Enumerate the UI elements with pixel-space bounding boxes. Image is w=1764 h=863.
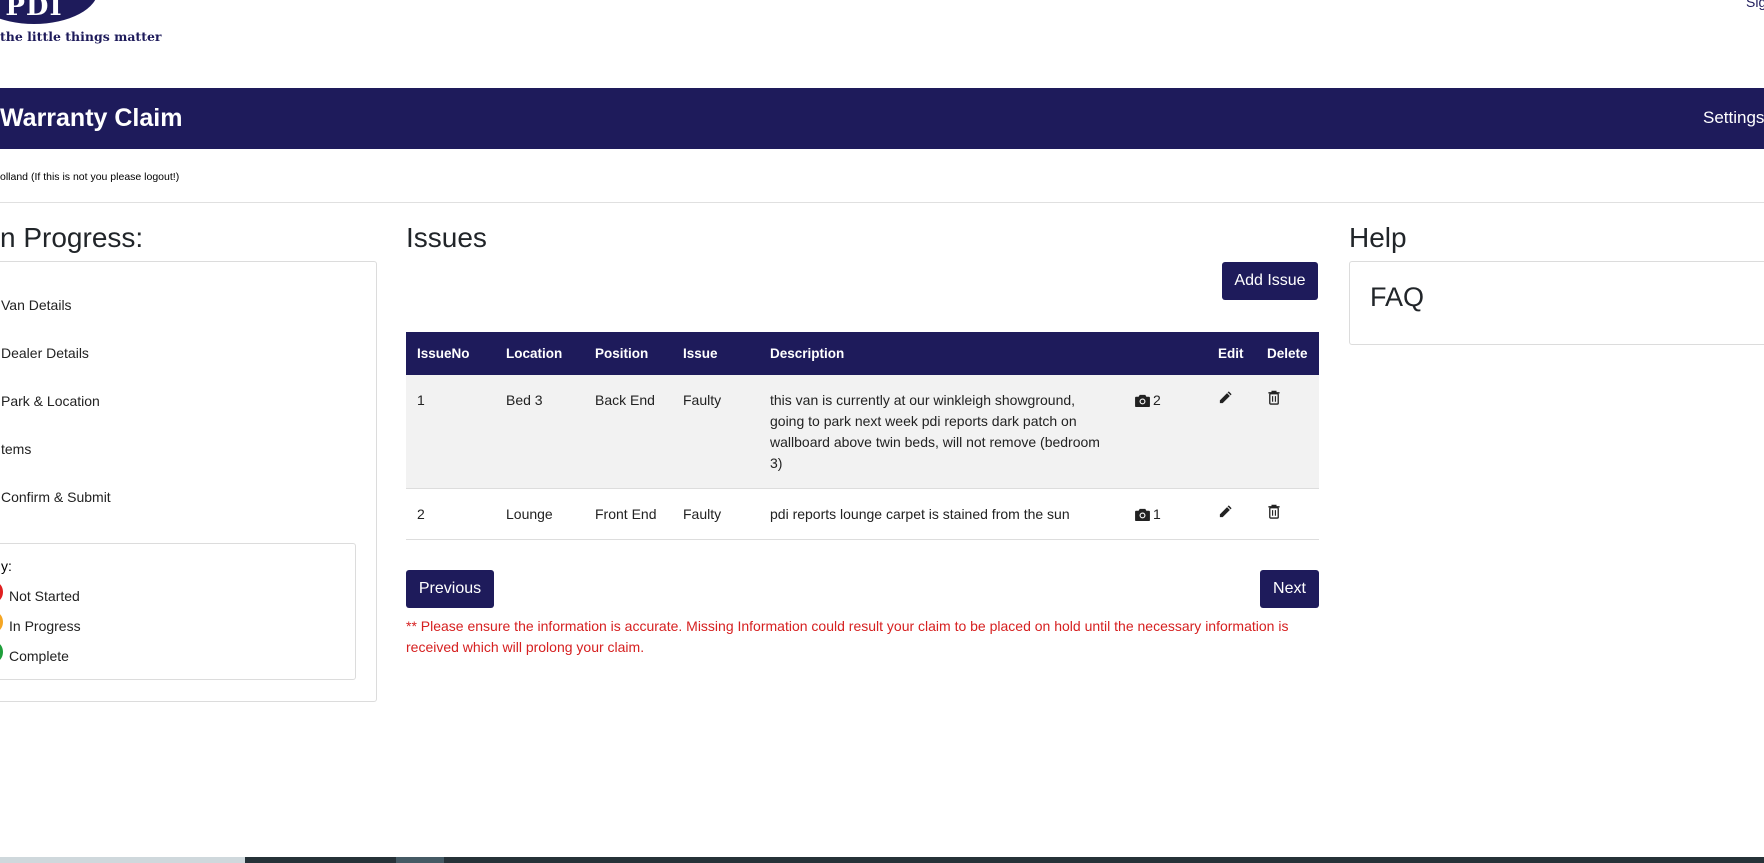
cell-issue-no: 2: [406, 488, 495, 540]
page-title: Warranty Claim: [0, 104, 183, 132]
step-items[interactable]: tems: [1, 441, 31, 457]
col-photos: [1124, 332, 1207, 375]
divider: [0, 202, 1764, 203]
cell-issue: Faulty: [672, 375, 759, 489]
cell-position: Front End: [584, 488, 672, 540]
col-issue-no: IssueNo: [406, 332, 495, 375]
cell-photos: 1: [1124, 488, 1207, 540]
green-status-dot-icon: [0, 642, 3, 662]
issues-table: IssueNo Location Position Issue Descript…: [406, 332, 1319, 540]
camera-icon: [1135, 394, 1150, 407]
next-button[interactable]: Next: [1260, 570, 1319, 608]
issues-heading: Issues: [406, 222, 487, 253]
cell-photos: 2: [1124, 375, 1207, 489]
orange-status-dot-icon: [0, 612, 3, 632]
table-row: 1 Bed 3 Back End Faulty this van is curr…: [406, 375, 1319, 489]
status-key: y: Not Started In Progress Complete: [0, 543, 356, 680]
logo-text: PDI: [5, 0, 63, 22]
photo-count[interactable]: 2: [1135, 392, 1161, 408]
col-issue: Issue: [672, 332, 759, 375]
help-heading: Help: [1349, 222, 1407, 253]
accuracy-warning: ** Please ensure the information is accu…: [406, 618, 1289, 655]
cell-location: Bed 3: [495, 375, 584, 489]
pencil-icon[interactable]: [1218, 390, 1233, 405]
brand-logo: PDI: [0, 0, 98, 24]
cell-edit: [1207, 375, 1256, 489]
pencil-icon[interactable]: [1218, 504, 1233, 519]
cell-delete: [1256, 375, 1319, 489]
cell-position: Back End: [584, 375, 672, 489]
user-notice: olland (If this is not you please logout…: [0, 171, 180, 183]
col-position: Position: [584, 332, 672, 375]
cell-description: this van is currently at our winkleigh s…: [759, 375, 1124, 489]
step-park-location[interactable]: Park & Location: [1, 393, 100, 409]
taskbar-strip: [0, 857, 1764, 863]
sign-out-link[interactable]: Sig: [1746, 0, 1764, 10]
taskbar-segment: [396, 857, 444, 863]
cell-issue-no: 1: [406, 375, 495, 489]
camera-icon: [1135, 508, 1150, 521]
table-header-row: IssueNo Location Position Issue Descript…: [406, 332, 1319, 375]
help-card: FAQ: [1349, 261, 1764, 345]
cell-location: Lounge: [495, 488, 584, 540]
faq-link[interactable]: FAQ: [1370, 282, 1424, 313]
photo-count[interactable]: 1: [1135, 506, 1161, 522]
trash-icon[interactable]: [1267, 504, 1281, 519]
col-description: Description: [759, 332, 1124, 375]
cell-edit: [1207, 488, 1256, 540]
header-bar: Warranty Claim Settings: [0, 88, 1764, 149]
table-row: 2 Lounge Front End Faulty pdi reports lo…: [406, 488, 1319, 540]
key-title: y:: [1, 558, 12, 574]
brand-tagline: the little things matter: [0, 29, 162, 44]
step-van-details[interactable]: Van Details: [1, 297, 72, 313]
trash-icon[interactable]: [1267, 390, 1281, 405]
cell-issue: Faulty: [672, 488, 759, 540]
step-confirm-submit[interactable]: Confirm & Submit: [1, 489, 111, 505]
settings-link[interactable]: Settings: [1703, 108, 1764, 128]
step-dealer-details[interactable]: Dealer Details: [1, 345, 89, 361]
cell-description: pdi reports lounge carpet is stained fro…: [759, 488, 1124, 540]
col-edit: Edit: [1207, 332, 1256, 375]
taskbar-segment: [0, 857, 245, 863]
red-status-dot-icon: [0, 582, 3, 602]
col-location: Location: [495, 332, 584, 375]
cell-delete: [1256, 488, 1319, 540]
progress-heading: n Progress:: [0, 222, 144, 253]
previous-button[interactable]: Previous: [406, 570, 494, 608]
col-delete: Delete: [1256, 332, 1319, 375]
add-issue-button[interactable]: Add Issue: [1222, 262, 1318, 300]
